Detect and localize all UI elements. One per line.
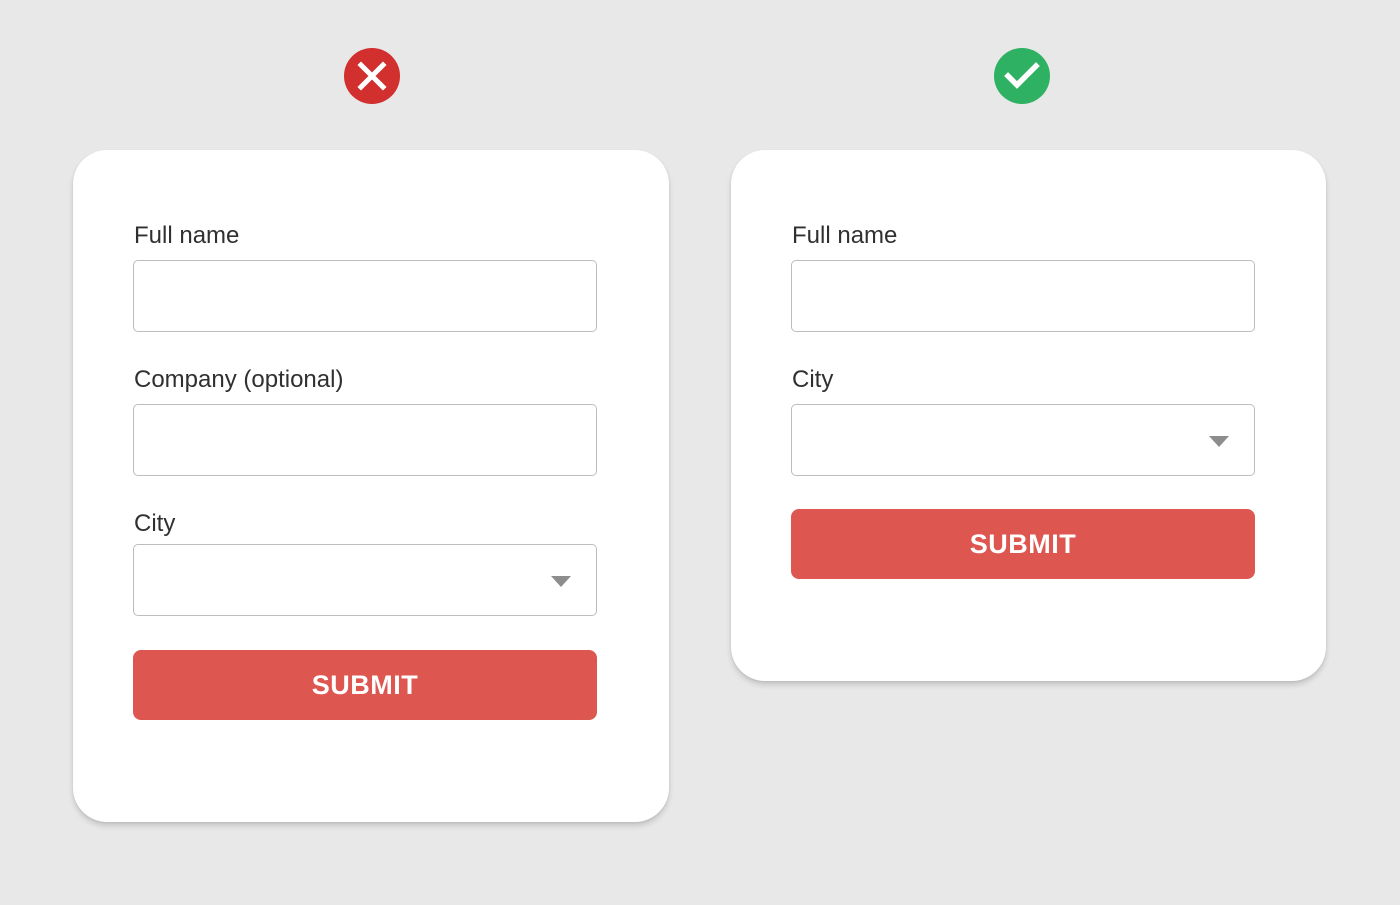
- city-select[interactable]: [133, 544, 597, 616]
- city-label: City: [792, 366, 834, 393]
- full-name-input[interactable]: [791, 260, 1255, 332]
- check-icon: [1004, 62, 1040, 89]
- company-input[interactable]: [133, 404, 597, 476]
- city-select[interactable]: [791, 404, 1255, 476]
- full-name-label: Full name: [134, 222, 240, 249]
- chevron-down-icon: [1209, 436, 1229, 447]
- company-label: Company (optional): [134, 366, 344, 393]
- check-circle-icon: [994, 48, 1050, 104]
- x-icon: [357, 61, 387, 91]
- submit-button[interactable]: SUBMIT: [133, 650, 597, 720]
- city-label: City: [134, 510, 176, 537]
- x-circle-icon: [344, 48, 400, 104]
- full-name-input[interactable]: [133, 260, 597, 332]
- chevron-down-icon: [551, 576, 571, 587]
- bad-example-form: Full name Company (optional) City SUBMIT: [73, 150, 669, 822]
- good-example-form: Full name City SUBMIT: [731, 150, 1326, 681]
- submit-button[interactable]: SUBMIT: [791, 509, 1255, 579]
- full-name-label: Full name: [792, 222, 898, 249]
